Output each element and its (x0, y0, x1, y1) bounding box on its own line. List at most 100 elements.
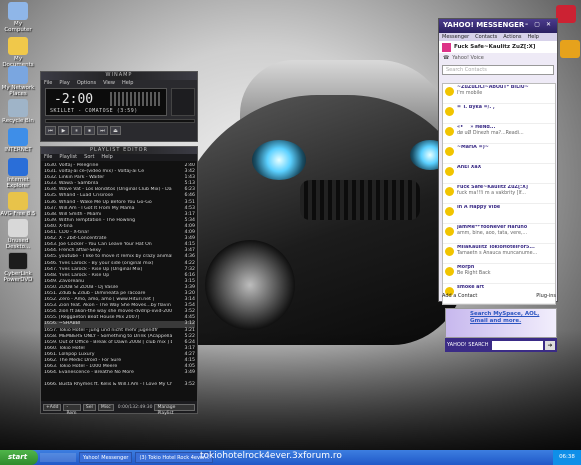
contact-item[interactable]: = T. Byka =/. , (443, 104, 555, 124)
winamp-song-title: SKILLET - COMATOSE (3:59) (50, 108, 138, 114)
contact-item[interactable]: ~MarIA =)~ (443, 144, 555, 164)
avatar[interactable] (442, 42, 451, 52)
watermark-url: tokiohotelrock4ever.3xforum.ro (200, 451, 342, 461)
desktop-icon-internet[interactable]: INTERNET (0, 128, 36, 153)
yahoo-menu-actions[interactable]: Actions (503, 34, 521, 40)
playlist-menu-playlist[interactable]: Playlist (59, 154, 77, 161)
car-grille (300, 180, 420, 220)
window-controls-icon[interactable]: – ▢ ✕ (525, 21, 553, 31)
smiley-status-icon (445, 127, 454, 136)
yahoo-menu-help[interactable]: Help (527, 34, 538, 40)
contact-item[interactable]: JamMe**YooNever Haruno amm, bine, aoo, ta… (443, 224, 555, 244)
contact-text: = T. Byka =/. , (457, 105, 495, 122)
search-go-button[interactable]: ➜ (545, 340, 555, 350)
winamp-menu-view[interactable]: View (103, 80, 115, 87)
internet-explorer-icon (8, 158, 28, 176)
manage-playlist-button[interactable]: Manage Playlist (154, 403, 195, 416)
yahoo-title-bar[interactable]: YAHOO! MESSENGER – ▢ ✕ (439, 19, 557, 33)
contact-name: = T. Byka =/. , (457, 105, 495, 110)
stop-button[interactable]: ⏹ (84, 126, 95, 135)
contact-item[interactable]: ~ZuZuLiCi~AbOuT* BiLiU~ I'm mobile (443, 84, 555, 104)
winamp-menu-file[interactable]: File (44, 80, 52, 87)
playlist-menu-sort[interactable]: Sort (84, 154, 94, 161)
winamp-volume-panel[interactable] (171, 88, 195, 116)
taskbar-item-yahoo[interactable]: Yahoo! Messenger (79, 452, 133, 463)
winamp-seek-bar[interactable] (45, 119, 195, 123)
desktop-icon-powerdvd[interactable]: CyberLink PowerDVD (0, 252, 36, 283)
previous-button[interactable]: ⏮ (45, 126, 56, 135)
yahoo-search-brand: YAHOO! SEARCH (447, 342, 489, 348)
winamp-menu-help[interactable]: Help (122, 80, 133, 87)
playlist-title-bar[interactable]: PLAYLIST EDITOR (41, 147, 197, 154)
desktop-icon-my-documents[interactable]: My Documents (0, 37, 36, 68)
contact-item[interactable]: MiiaKaulitz TokioHotelFor5... Tamaetn s A… (443, 244, 555, 264)
pause-button[interactable]: ⏸ (71, 126, 82, 135)
playlist-list[interactable]: 1630. Voltaj - Pelegrine 2:40 1631. voltaj… (44, 163, 195, 395)
quick-launch[interactable] (40, 453, 76, 462)
playlist-menu-file[interactable]: File (44, 154, 52, 161)
yahoo-menu-contacts[interactable]: Contacts (475, 34, 497, 40)
contact-item[interactable]: Morph Be Right Back (443, 264, 555, 284)
select-button[interactable]: Sel (82, 403, 96, 411)
playlist-menu-help[interactable]: Help (101, 154, 112, 161)
winamp-menu: File Play Options View Help (41, 80, 197, 87)
winamp-menu-play[interactable]: Play (59, 80, 69, 87)
track-duration: 3:52 (184, 382, 195, 388)
contact-item[interactable]: «•´¨`» HeNd... dø uØ Dinezh ma?...Readi..… (443, 124, 555, 144)
contact-item[interactable]: In A Happy Vibe (443, 204, 555, 224)
yahoo-title: YAHOO! MESSENGER (443, 21, 525, 29)
contact-list[interactable]: ~ZuZuLiCi~AbOuT* BiLiU~ I'm mobile = T. By… (442, 83, 556, 305)
yahoo-search-input[interactable] (491, 340, 543, 350)
playlist-window[interactable]: PLAYLIST EDITOR File Playlist Sort Help … (40, 146, 198, 416)
winamp-menu-options[interactable]: Options (77, 80, 96, 87)
winamp-visualizer[interactable] (110, 92, 162, 106)
yahoo-messenger-window[interactable]: YAHOO! MESSENGER – ▢ ✕ Messenger Contact… (438, 18, 558, 305)
yahoo-menu-messenger[interactable]: Messenger (442, 34, 469, 40)
playlist-menu: File Playlist Sort Help (41, 154, 197, 161)
contact-text: «•´¨`» HeNd... dø uØ Dinezh ma?...Readi..… (457, 125, 524, 142)
desktop-icon-network-places[interactable]: My Network Places (0, 66, 36, 97)
smiley-status-icon (445, 247, 454, 256)
add-button[interactable]: +Add (43, 403, 62, 411)
contact-name: AnEi XaX (457, 165, 482, 170)
winamp-controls: ⏮ ▶ ⏸ ⏹ ⏭ ⏏ (45, 126, 121, 135)
play-button[interactable]: ▶ (58, 126, 69, 135)
desktop-icon-recycle-bin[interactable]: Recycle Bin (0, 99, 36, 124)
winamp-time[interactable]: -2:00 (54, 92, 93, 107)
contacts-search-input[interactable]: Search Contacts (442, 65, 554, 75)
remove-button[interactable]: -Rem (63, 403, 81, 416)
winamp-window[interactable]: WINAMP File Play Options View Help -2:00… (40, 71, 198, 142)
misc-button[interactable]: Misc (97, 403, 114, 411)
phone-icon: ☎ (443, 55, 450, 61)
yahoo-voice[interactable]: ☎ Yahoo! Voice (439, 53, 557, 63)
contact-status: Tamaetn s Anauca muncanume... (457, 251, 538, 256)
playlist-total-time: 0:00/132:49:30 (117, 404, 153, 410)
contact-status: Be Right Back (457, 271, 491, 276)
contact-item[interactable]: Tatyana !!!~why do you act so stupid?... (443, 304, 555, 305)
yahoo-search-ad[interactable]: Search MySpace, AOL, Gmail and more. (445, 308, 557, 338)
smiley-status-icon (445, 87, 454, 96)
contact-item[interactable]: AnEi XaX (443, 164, 555, 184)
contact-item[interactable]: Fuck Safe~Kaulitz ZuZ[:X] fuck ma!!!i m a… (443, 184, 555, 204)
desktop-icon-my-computer[interactable]: My Computer (0, 2, 36, 33)
start-button[interactable]: start (0, 450, 38, 465)
add-contact-button[interactable]: Add a Contact (442, 293, 477, 299)
smiley-status-icon (445, 267, 454, 276)
winamp-title-bar[interactable]: WINAMP (41, 72, 197, 80)
next-button[interactable]: ⏭ (97, 126, 108, 135)
avg-antivirus-icon (8, 192, 28, 210)
contact-text: Fuck Safe~Kaulitz ZuZ[:X] fuck ma!!!i m a… (457, 185, 528, 202)
desktop-icon-avg[interactable]: AVG Free 8.5 (0, 192, 36, 217)
desktop-icon-unused[interactable]: Unused Deskto... (0, 219, 36, 250)
plugins-button[interactable]: Plug-ins (536, 293, 556, 299)
winamp-icon (560, 40, 580, 58)
contact-text: In A Happy Vibe (457, 205, 500, 222)
internet-icon (8, 128, 28, 146)
playlist-row[interactable]: 1666. Busta Rhymes ft. Kelis & Will.I.Am… (44, 382, 195, 388)
playlist-row[interactable]: 1664. Evanescence - Breathe No More 3:49 (44, 370, 195, 376)
eject-button[interactable]: ⏏ (110, 126, 121, 135)
ad-text[interactable]: Search MySpace, AOL, Gmail and more. (470, 311, 539, 324)
desktop-icon-internet-explorer[interactable]: Internet Explorer (0, 158, 36, 189)
yahoo-menu: Messenger Contacts Actions Help (439, 33, 557, 41)
yahoo-user-status[interactable]: Fuck Safe~Kaulitz ZuZ[:X] (439, 41, 557, 53)
